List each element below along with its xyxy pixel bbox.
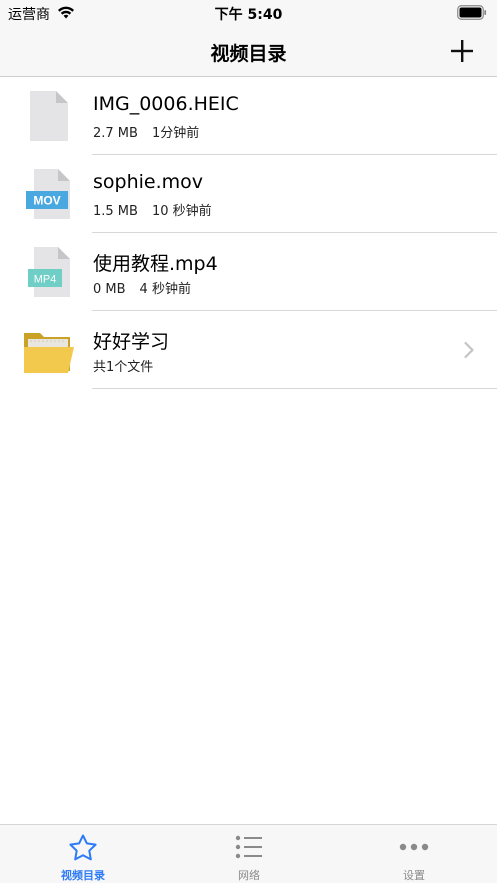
chevron-right-icon <box>464 341 474 359</box>
list-item[interactable]: MP4 使用教程.mp4 0 MB 4 秒钟前 <box>0 233 497 311</box>
tab-network[interactable]: 网络 <box>166 825 332 883</box>
mov-file-icon: MOV <box>26 169 70 219</box>
file-time: 1分钟前 <box>151 126 200 141</box>
plus-icon <box>451 40 473 62</box>
file-meta: 1.5 MB 10 秒钟前 <box>93 200 212 219</box>
tab-label: 视频目录 <box>61 869 105 882</box>
file-meta: 0 MB 4 秒钟前 <box>93 278 191 297</box>
file-time: 4 秒钟前 <box>139 282 191 297</box>
file-size: 2.7 MB <box>93 126 138 141</box>
status-time: 下午 5:40 <box>214 7 283 23</box>
status-bar: 运营商 下午 5:40 <box>0 0 497 26</box>
file-name: 使用教程.mp4 <box>93 253 218 275</box>
file-meta: 2.7 MB 1分钟前 <box>93 122 199 141</box>
app-screen: 运营商 下午 5:40 视频目录 IMG_0006.HEIC 2.7 MB 1分… <box>0 0 497 883</box>
tab-bar: 视频目录 网络 设置 <box>0 824 497 883</box>
folder-name: 好好学习 <box>93 331 170 353</box>
list-item[interactable]: MOV sophie.mov 1.5 MB 10 秒钟前 <box>0 155 497 233</box>
star-icon <box>69 834 97 861</box>
folder-icon <box>24 333 74 373</box>
file-badge-label: MP4 <box>34 274 57 286</box>
folder-item[interactable]: 好好学习 共1个文件 <box>0 311 497 389</box>
tab-label: 网络 <box>238 869 260 882</box>
file-badge-label: MOV <box>33 194 60 208</box>
mp4-file-icon: MP4 <box>28 247 70 297</box>
page-title: 视频目录 <box>210 43 287 65</box>
folder-info: 共1个文件 <box>93 360 154 375</box>
file-list: IMG_0006.HEIC 2.7 MB 1分钟前 MOV sophie.mov … <box>0 77 497 389</box>
file-size: 0 MB <box>93 282 126 297</box>
file-name: IMG_0006.HEIC <box>93 93 239 115</box>
row-divider <box>92 388 497 389</box>
list-icon <box>235 835 262 859</box>
tab-label: 设置 <box>403 869 425 882</box>
add-button[interactable] <box>449 38 475 64</box>
list-item[interactable]: IMG_0006.HEIC 2.7 MB 1分钟前 <box>0 77 497 155</box>
more-icon <box>399 843 429 851</box>
navigation-bar: 视频目录 <box>0 26 497 77</box>
file-name: sophie.mov <box>93 171 204 193</box>
generic-file-icon <box>30 91 68 141</box>
tab-video-directory[interactable]: 视频目录 <box>0 825 166 883</box>
file-size: 1.5 MB <box>93 204 138 219</box>
file-time: 10 秒钟前 <box>151 204 212 219</box>
battery-icon <box>457 5 487 20</box>
tab-settings[interactable]: 设置 <box>331 825 497 883</box>
